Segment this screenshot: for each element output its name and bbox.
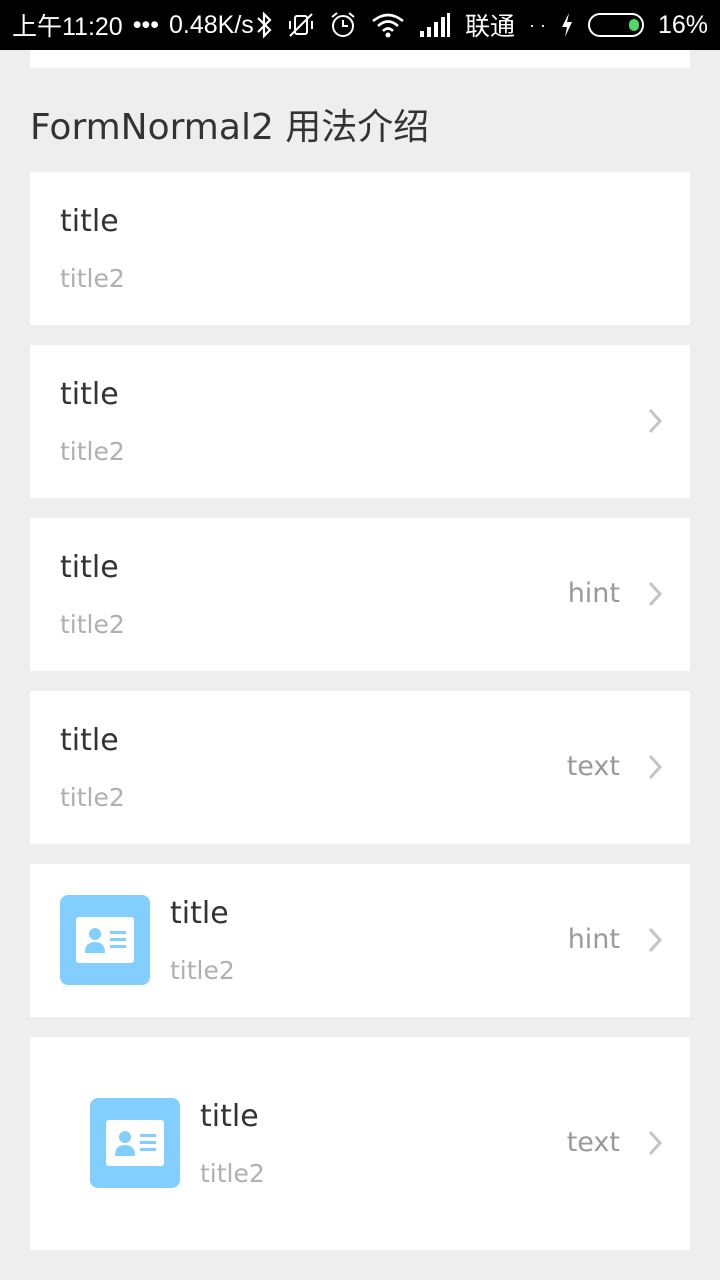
contact-card-icon [60,895,150,985]
form-row-6[interactable]: title title2 text [30,1037,690,1250]
alarm-icon [329,11,357,39]
row-title: title [60,550,119,585]
row-subtitle: title2 [200,1159,265,1188]
row-title: title [60,377,119,412]
carrier-label: 联通 [464,13,515,41]
signal-icon [419,13,451,37]
form-row-4[interactable]: title title2 text [30,691,690,844]
form-row-5[interactable]: title title2 hint [30,864,690,1017]
bluetooth-icon [255,11,273,39]
charging-icon [560,12,574,38]
row-title: title [170,896,229,931]
row-title: title [60,204,119,239]
row-subtitle: title2 [60,437,125,466]
form-row-3[interactable]: title title2 hint [30,518,690,671]
row-subtitle: title2 [60,610,125,639]
row-text: text [566,751,620,782]
chevron-right-icon [648,408,663,434]
status-dots: ••• [132,10,159,39]
chevron-right-icon [648,581,663,607]
previous-card-remnant [30,50,690,68]
chevron-right-icon [648,927,663,953]
status-bar: 上午11:20 ••• 0.48K/s 联通 · · 16% [0,0,720,50]
wifi-icon [371,12,405,38]
status-time: 上午11:20 [12,13,123,41]
form-row-2[interactable]: title title2 [30,345,690,498]
contact-card-icon [90,1098,180,1188]
row-title: title [60,723,119,758]
row-text: text [566,1127,620,1158]
battery-percent: 16% [657,10,708,39]
section-title: FormNormal2 用法介绍 [30,107,430,148]
row-subtitle: title2 [60,783,125,812]
row-hint: hint [567,924,620,955]
dots-icon: · · [528,14,546,35]
chevron-right-icon [648,1130,663,1156]
row-subtitle: title2 [170,956,235,985]
chevron-right-icon [648,754,663,780]
vibrate-off-icon [287,11,315,39]
row-hint: hint [567,578,620,609]
row-subtitle: title2 [60,264,125,293]
row-title: title [200,1099,259,1134]
status-speed: 0.48K/s [168,10,254,39]
form-row-1[interactable]: title title2 [30,172,690,325]
battery-icon [587,13,644,37]
